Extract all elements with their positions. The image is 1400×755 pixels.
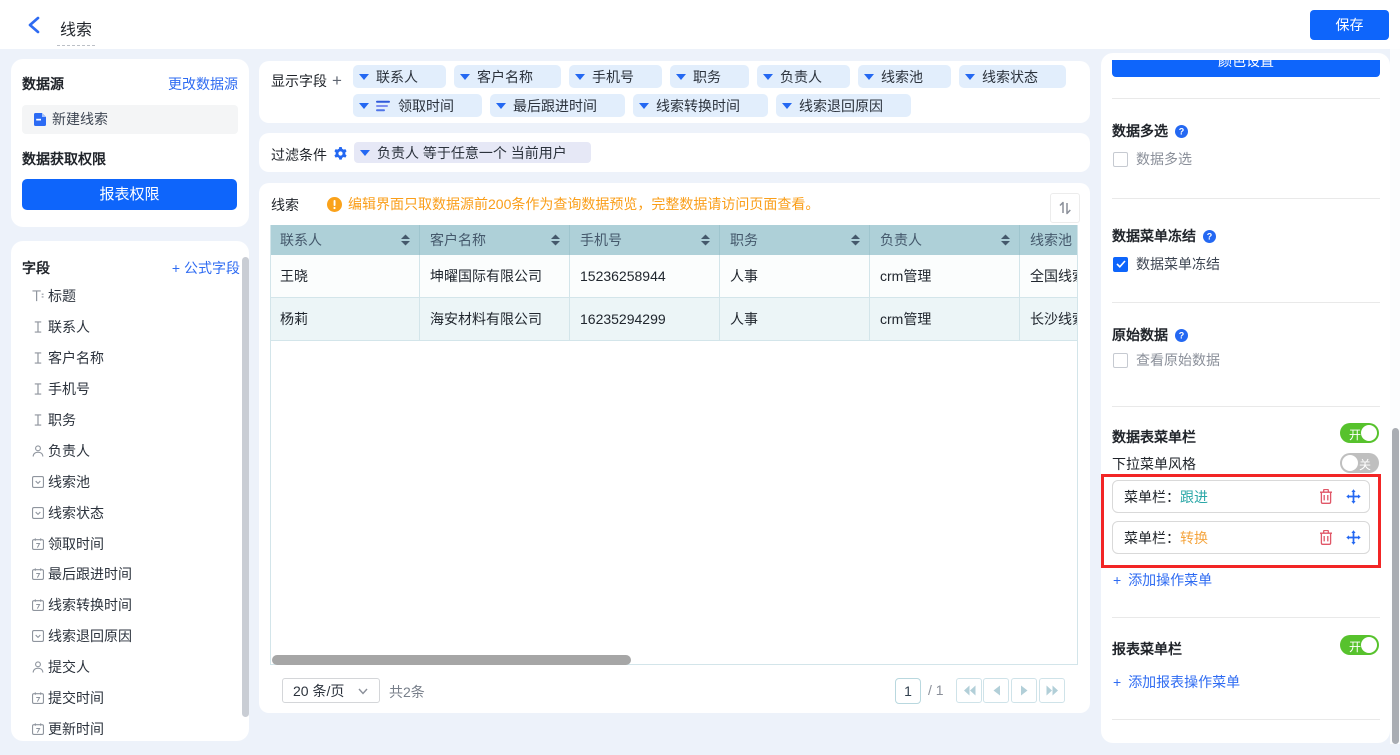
svg-text:?: ?	[1179, 330, 1185, 340]
svg-text:?: ?	[1207, 231, 1213, 241]
svg-text:?: ?	[1179, 126, 1185, 136]
